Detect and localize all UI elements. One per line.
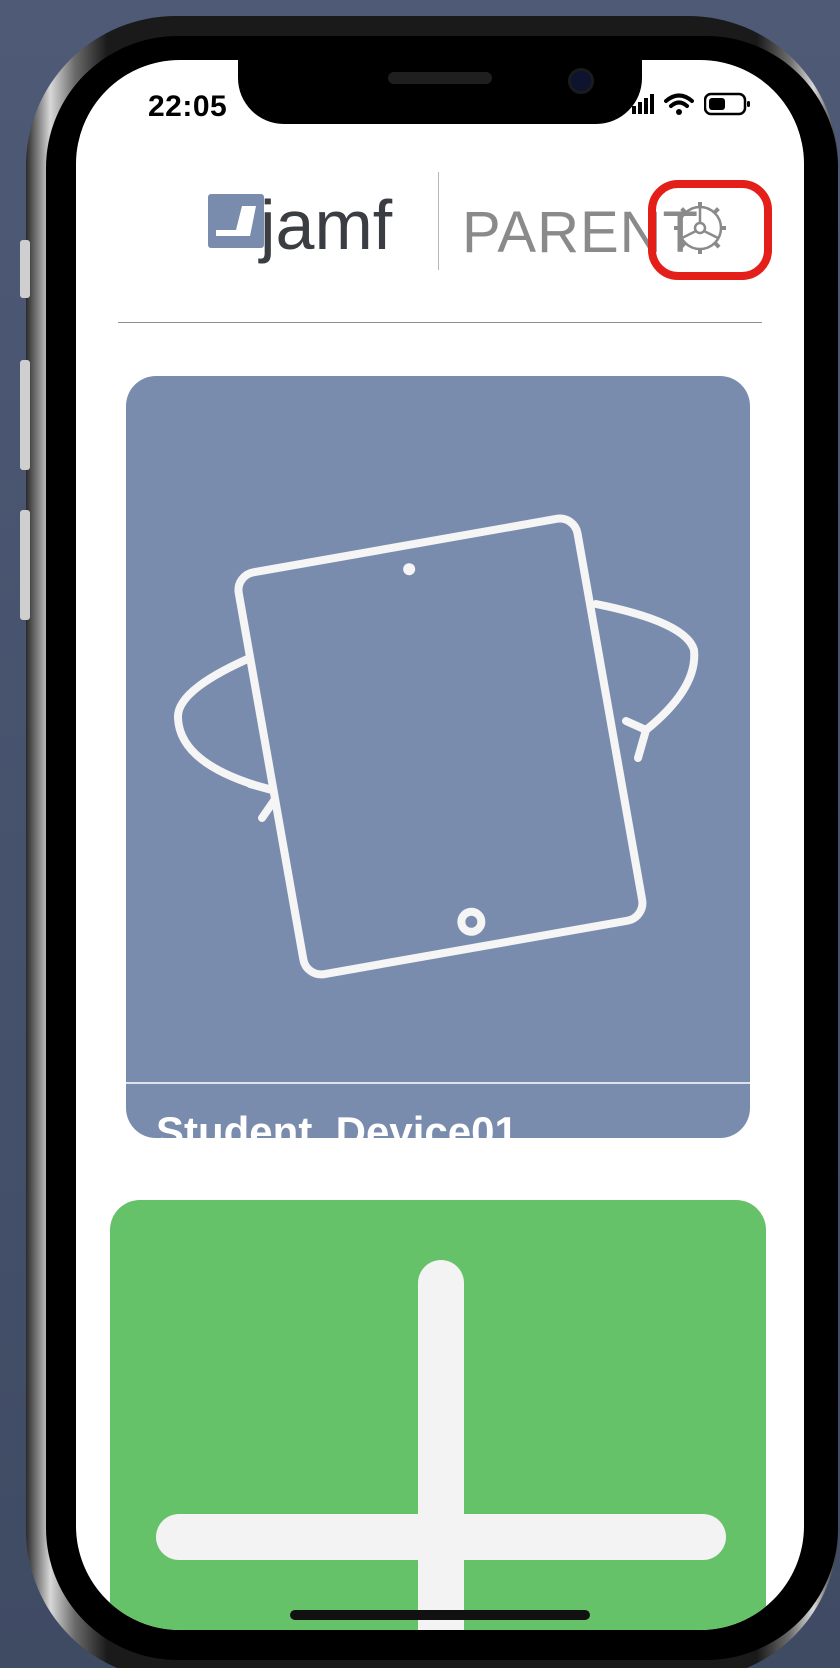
device-card[interactable]: Student_Device01: [126, 376, 750, 1138]
card-separator: [126, 1082, 750, 1084]
jamf-logo-icon: [208, 194, 264, 248]
rotating-tablet-icon: [174, 514, 699, 979]
app-screen: 22:05 jamf PARENT Student_Device01: [76, 60, 804, 1630]
battery-icon: [704, 92, 750, 116]
header-divider: [438, 172, 439, 270]
header-rule: [118, 322, 762, 323]
plus-icon: [418, 1260, 464, 1630]
brand-name: jamf: [260, 186, 393, 264]
signal-icon: [632, 94, 654, 114]
home-indicator[interactable]: [290, 1610, 590, 1620]
plus-icon-horizontal: [156, 1514, 726, 1560]
front-camera: [568, 68, 594, 94]
status-time: 22:05: [148, 90, 228, 123]
settings-highlight-annotation: [648, 180, 772, 280]
screenshot-stage: 22:05 jamf PARENT Student_Device01: [0, 0, 840, 1668]
wifi-icon: [664, 93, 694, 115]
add-device-button[interactable]: [110, 1200, 766, 1630]
notch: [238, 60, 642, 124]
status-indicators: [632, 92, 752, 116]
volume-up-button: [20, 360, 30, 470]
volume-down-button: [20, 510, 30, 620]
mute-switch: [20, 240, 30, 298]
device-name-label: Student_Device01: [156, 1108, 518, 1138]
speaker: [388, 72, 492, 84]
